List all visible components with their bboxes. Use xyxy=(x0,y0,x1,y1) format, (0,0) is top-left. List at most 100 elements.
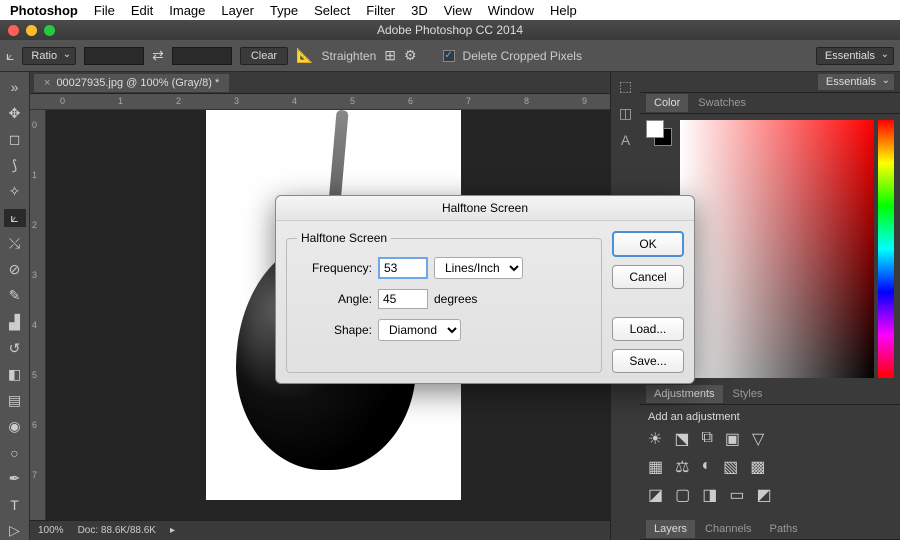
vibrance-adj-icon[interactable]: ▽ xyxy=(752,429,764,449)
tab-color[interactable]: Color xyxy=(646,94,688,112)
brush-tool[interactable]: ✎ xyxy=(4,287,26,305)
menu-select[interactable]: Select xyxy=(314,3,350,18)
eraser-tool[interactable]: ◧ xyxy=(4,365,26,383)
delete-cropped-checkbox[interactable]: ✓ xyxy=(443,50,455,62)
color-panel-tabs: Color Swatches xyxy=(640,93,900,114)
crop-tool[interactable]: ⟀ xyxy=(4,209,26,227)
zoom-window-button[interactable] xyxy=(44,25,55,36)
document-tab[interactable]: ×00027935.jpg @ 100% (Gray/8) * xyxy=(34,74,229,92)
tab-paths[interactable]: Paths xyxy=(762,520,806,538)
menu-help[interactable]: Help xyxy=(550,3,577,18)
frequency-unit-select[interactable]: Lines/Inch xyxy=(434,257,523,279)
color-picker-field[interactable] xyxy=(680,120,874,377)
lasso-tool[interactable]: ⟆ xyxy=(4,156,26,174)
menu-view[interactable]: View xyxy=(444,3,472,18)
bw-adj-icon[interactable]: ◐ xyxy=(701,457,711,477)
horizontal-ruler[interactable]: 0 1 2 3 4 5 6 7 8 9 xyxy=(30,94,610,110)
dodge-tool[interactable]: ○ xyxy=(4,444,26,462)
ratio-width-field[interactable] xyxy=(84,47,144,65)
angle-unit-label: degrees xyxy=(434,292,477,306)
app-menu[interactable]: Photoshop xyxy=(10,3,78,18)
ratio-height-field[interactable] xyxy=(172,47,232,65)
tools-panel: » ✥ ◻ ⟆ ✧ ⟀ ⤯ ⊘ ✎ ▟ ↺ ◧ ▤ ◉ ○ ✒ T ▷ xyxy=(0,72,30,540)
crop-options-icon[interactable]: ⚙ xyxy=(404,47,417,64)
ruler-tick: 3 xyxy=(32,270,37,280)
straighten-label[interactable]: Straighten xyxy=(322,49,377,63)
character-panel-icon[interactable]: A xyxy=(621,132,630,148)
doc-size[interactable]: Doc: 88.6K/88.6K xyxy=(78,525,156,536)
gradient-tool[interactable]: ▤ xyxy=(4,391,26,409)
type-tool[interactable]: T xyxy=(4,496,26,514)
ruler-tick: 3 xyxy=(234,96,239,106)
menu-type[interactable]: Type xyxy=(270,3,298,18)
levels-adj-icon[interactable]: ⬔ xyxy=(674,429,689,449)
status-bar: 100% Doc: 88.6K/88.6K ▸ xyxy=(30,520,610,540)
cancel-button[interactable]: Cancel xyxy=(612,265,684,289)
angle-input[interactable] xyxy=(378,289,428,309)
tab-layers[interactable]: Layers xyxy=(646,520,695,538)
ok-button[interactable]: OK xyxy=(612,231,684,257)
hue-slider[interactable] xyxy=(878,120,894,377)
menu-edit[interactable]: Edit xyxy=(131,3,153,18)
ratio-select[interactable]: Ratio xyxy=(22,47,76,65)
shape-select[interactable]: Diamond xyxy=(378,319,461,341)
gradient-map-adj-icon[interactable]: ▭ xyxy=(729,485,744,505)
ruler-tick: 6 xyxy=(32,420,37,430)
posterize-adj-icon[interactable]: ▢ xyxy=(675,485,690,505)
save-button[interactable]: Save... xyxy=(612,349,684,373)
tab-styles[interactable]: Styles xyxy=(725,385,771,403)
straighten-icon[interactable]: 📐 xyxy=(296,47,313,64)
zoom-level[interactable]: 100% xyxy=(38,525,64,536)
close-tab-icon[interactable]: × xyxy=(44,77,50,89)
navigator-panel-icon[interactable]: ◫ xyxy=(619,105,632,122)
minimize-window-button[interactable] xyxy=(26,25,37,36)
swap-dimensions-icon[interactable]: ⇄ xyxy=(152,47,164,64)
exposure-adj-icon[interactable]: ▣ xyxy=(725,429,740,449)
hue-adj-icon[interactable]: ▦ xyxy=(648,457,663,477)
blur-tool[interactable]: ◉ xyxy=(4,417,26,435)
photo-filter-adj-icon[interactable]: ▧ xyxy=(723,457,738,477)
balance-adj-icon[interactable]: ⚖ xyxy=(675,457,689,477)
grid-overlay-icon[interactable]: ⊞ xyxy=(384,47,396,64)
pen-tool[interactable]: ✒ xyxy=(4,470,26,488)
selective-color-adj-icon[interactable]: ◩ xyxy=(757,485,772,505)
tab-channels[interactable]: Channels xyxy=(697,520,759,538)
frequency-input[interactable] xyxy=(378,257,428,279)
ruler-tick: 9 xyxy=(582,96,587,106)
clear-button[interactable]: Clear xyxy=(240,47,288,65)
tab-swatches[interactable]: Swatches xyxy=(690,94,754,112)
menu-3d[interactable]: 3D xyxy=(411,3,428,18)
vertical-ruler[interactable]: 0 1 2 3 4 5 6 7 xyxy=(30,110,46,520)
histogram-panel-icon[interactable]: ⬚ xyxy=(619,78,632,95)
marquee-tool[interactable]: ◻ xyxy=(4,130,26,148)
tab-adjustments[interactable]: Adjustments xyxy=(646,385,723,403)
curves-adj-icon[interactable]: ⧉ xyxy=(701,429,712,449)
menu-layer[interactable]: Layer xyxy=(221,3,254,18)
options-bar: ⟀ Ratio ⇄ Clear 📐 Straighten ⊞ ⚙ ✓ Delet… xyxy=(0,40,900,72)
move-tool[interactable]: ✥ xyxy=(4,104,26,122)
ruler-tick: 4 xyxy=(292,96,297,106)
ruler-tick: 1 xyxy=(32,170,37,180)
history-brush-tool[interactable]: ↺ xyxy=(4,339,26,357)
threshold-adj-icon[interactable]: ◨ xyxy=(702,485,717,505)
brightness-adj-icon[interactable]: ☀ xyxy=(648,429,662,449)
load-button[interactable]: Load... xyxy=(612,317,684,341)
workspace-switcher[interactable]: Essentials xyxy=(818,74,894,90)
menu-window[interactable]: Window xyxy=(488,3,534,18)
channel-mixer-adj-icon[interactable]: ▩ xyxy=(750,457,765,477)
close-window-button[interactable] xyxy=(8,25,19,36)
healing-brush-tool[interactable]: ⊘ xyxy=(4,261,26,279)
eyedropper-tool[interactable]: ⤯ xyxy=(4,235,26,253)
menu-image[interactable]: Image xyxy=(169,3,205,18)
workspace-select[interactable]: Essentials xyxy=(816,47,894,65)
invert-adj-icon[interactable]: ◪ xyxy=(648,485,663,505)
menu-filter[interactable]: Filter xyxy=(366,3,395,18)
status-arrow-icon[interactable]: ▸ xyxy=(170,525,175,536)
path-select-tool[interactable]: ▷ xyxy=(4,522,26,540)
menu-file[interactable]: File xyxy=(94,3,115,18)
foreground-background-swatches[interactable] xyxy=(646,120,672,146)
crop-tool-icon[interactable]: ⟀ xyxy=(6,47,14,64)
clone-stamp-tool[interactable]: ▟ xyxy=(4,313,26,331)
collapse-tools-icon[interactable]: » xyxy=(4,78,26,96)
magic-wand-tool[interactable]: ✧ xyxy=(4,182,26,200)
